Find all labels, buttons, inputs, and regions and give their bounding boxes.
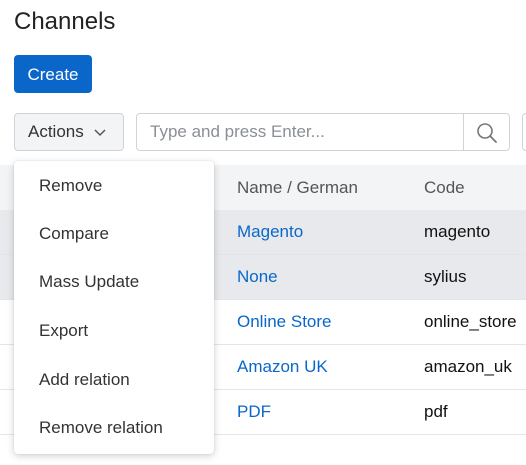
channel-name-link[interactable]: None	[237, 255, 278, 299]
search-box	[136, 113, 510, 151]
actions-menu: Remove Compare Mass Update Export Add re…	[14, 161, 214, 454]
page-title: Channels	[14, 8, 116, 35]
menu-item-remove[interactable]: Remove	[14, 162, 214, 210]
column-header-name[interactable]: Name / German	[237, 165, 358, 210]
chevron-down-icon	[94, 129, 106, 137]
channel-name-link[interactable]: Online Store	[237, 300, 332, 344]
menu-item-add-relation[interactable]: Add relation	[14, 356, 214, 404]
column-header-code[interactable]: Code	[424, 165, 465, 210]
channel-name-link[interactable]: PDF	[237, 390, 271, 434]
actions-label: Actions	[28, 122, 84, 141]
filter-button[interactable]	[522, 113, 526, 151]
menu-item-remove-relation[interactable]: Remove relation	[14, 404, 214, 452]
channel-code: magento	[424, 222, 491, 241]
search-divider	[463, 114, 464, 150]
channel-code: sylius	[424, 267, 467, 286]
channel-code: online_store	[424, 312, 517, 331]
menu-item-export[interactable]: Export	[14, 307, 214, 355]
channel-name-link[interactable]: Magento	[237, 210, 303, 254]
create-button[interactable]: Create	[14, 55, 92, 93]
menu-item-compare[interactable]: Compare	[14, 210, 214, 258]
search-input[interactable]	[137, 114, 463, 150]
channel-code: amazon_uk	[424, 357, 512, 376]
menu-item-mass-update[interactable]: Mass Update	[14, 258, 214, 306]
channel-name-link[interactable]: Amazon UK	[237, 345, 328, 389]
search-icon[interactable]	[476, 122, 498, 144]
actions-dropdown-button[interactable]: Actions	[14, 113, 124, 151]
channel-code: pdf	[424, 402, 448, 421]
